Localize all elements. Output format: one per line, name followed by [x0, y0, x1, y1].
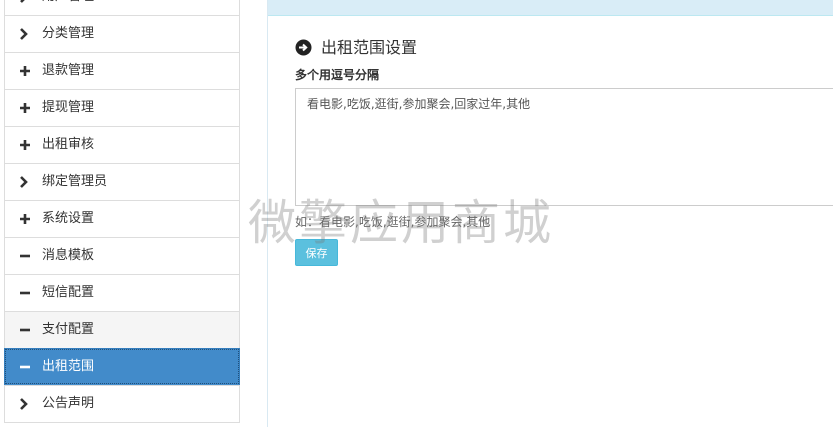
plus-icon — [19, 201, 31, 237]
sidebar-item-system-settings[interactable]: 系统设置 — [4, 200, 240, 237]
field-label: 多个用逗号分隔 — [295, 68, 380, 82]
sidebar-item-withdraw[interactable]: 提现管理 — [4, 89, 240, 126]
sidebar-item-announcement[interactable]: 公告声明 — [4, 385, 240, 423]
plus-icon — [19, 90, 31, 126]
sidebar-item-label: 退款管理 — [42, 63, 95, 78]
sidebar-item-users[interactable]: 用户管理 — [4, 0, 240, 15]
arrow-circle-right-icon — [295, 39, 312, 56]
sidebar-item-label: 公告声明 — [42, 396, 95, 411]
sidebar-item-rental-range[interactable]: 出租范围 — [4, 348, 240, 385]
sidebar-item-label: 出租审核 — [42, 137, 95, 152]
minus-icon — [19, 349, 31, 385]
chevron-right-icon — [19, 386, 31, 422]
sidebar-item-label: 分类管理 — [42, 26, 95, 41]
section-title-text: 出租范围设置 — [321, 38, 418, 57]
plus-icon — [19, 127, 31, 163]
main-panel: 出租范围设置 多个用逗号分隔 看电影,吃饭,逛街,参加聚会,回家过年,其他 如：… — [267, 0, 833, 427]
sidebar-item-label: 系统设置 — [42, 211, 95, 226]
sidebar-item-label: 出租范围 — [42, 359, 95, 374]
minus-icon — [19, 312, 31, 348]
sidebar-item-sms-config[interactable]: 短信配置 — [4, 274, 240, 311]
sidebar-nav: 用户管理 分类管理 退款管理 提现管理 出租审核 — [4, 0, 240, 423]
sidebar-item-bind-admin[interactable]: 绑定管理员 — [4, 163, 240, 200]
page: 用户管理 分类管理 退款管理 提现管理 出租审核 — [0, 0, 833, 427]
panel-header — [268, 0, 833, 16]
plus-icon — [19, 53, 31, 89]
sidebar-item-category[interactable]: 分类管理 — [4, 15, 240, 52]
save-button[interactable]: 保存 — [295, 239, 338, 266]
sidebar-item-label: 短信配置 — [42, 285, 95, 300]
sidebar-item-label: 支付配置 — [42, 322, 95, 337]
sidebar-item-rental-review[interactable]: 出租审核 — [4, 126, 240, 163]
sidebar-item-label: 绑定管理员 — [42, 174, 108, 189]
minus-icon — [19, 238, 31, 274]
help-text: 如：看电影,吃饭,逛街,参加聚会,其他 — [295, 215, 491, 229]
chevron-right-icon — [19, 16, 31, 52]
sidebar-item-payment-config[interactable]: 支付配置 — [4, 311, 240, 348]
minus-icon — [19, 275, 31, 311]
rental-range-textarea[interactable]: 看电影,吃饭,逛街,参加聚会,回家过年,其他 — [295, 88, 833, 206]
chevron-right-icon — [19, 164, 31, 200]
chevron-right-icon — [19, 0, 31, 15]
sidebar-item-refund[interactable]: 退款管理 — [4, 52, 240, 89]
sidebar-item-label: 消息模板 — [42, 248, 95, 263]
sidebar-item-message-template[interactable]: 消息模板 — [4, 237, 240, 274]
sidebar-item-label: 提现管理 — [42, 100, 95, 115]
sidebar-item-label: 用户管理 — [42, 0, 94, 15]
